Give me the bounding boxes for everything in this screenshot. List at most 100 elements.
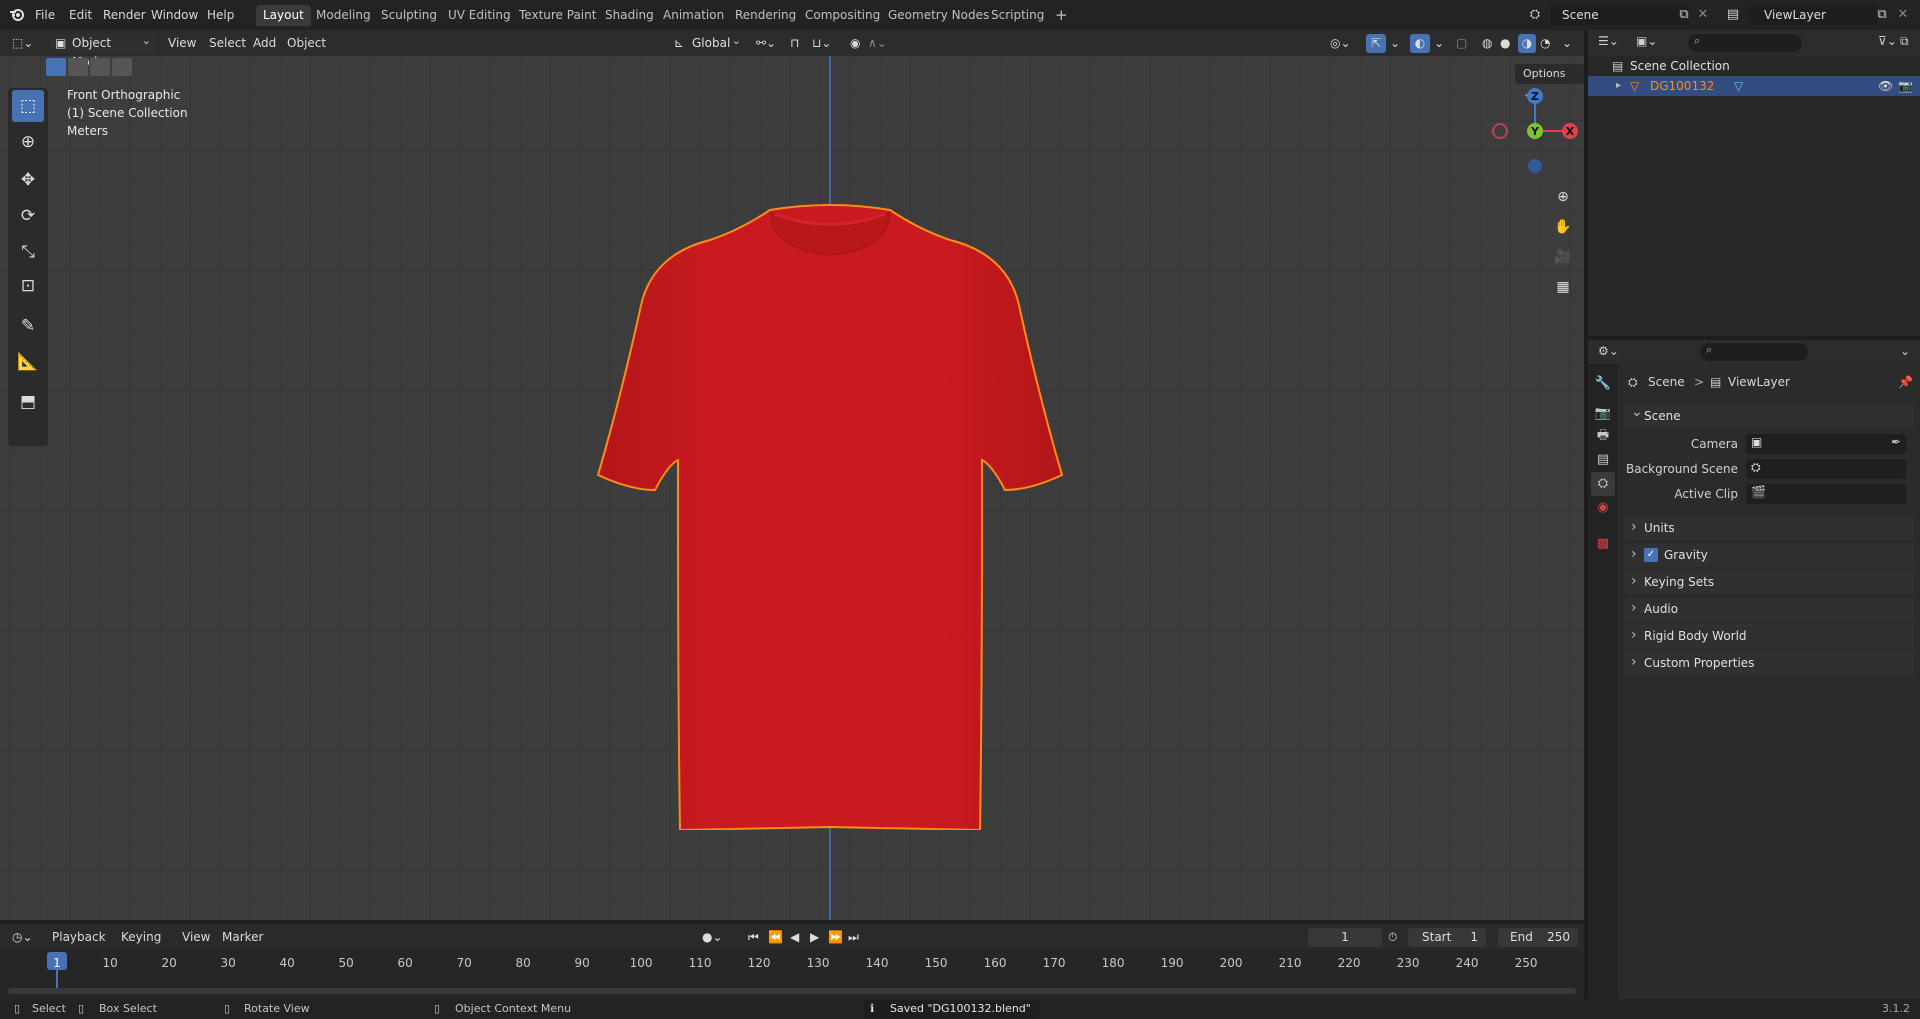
menu-help[interactable]: Help xyxy=(207,6,234,24)
shading-dropdown-icon[interactable]: ⌄ xyxy=(1562,34,1572,53)
tab-layout[interactable]: Layout xyxy=(256,5,311,26)
texture-tab-icon[interactable]: ▩ xyxy=(1591,532,1615,556)
select-extend-icon[interactable] xyxy=(68,58,88,76)
props-options-icon[interactable]: ⌄ xyxy=(1900,344,1910,358)
proportional-editing-icon[interactable]: ◉ xyxy=(850,34,860,53)
falloff-icon[interactable]: ∧⌄ xyxy=(868,34,887,53)
overlay-dropdown-icon[interactable]: ⌄ xyxy=(1434,34,1444,53)
3d-viewport[interactable]: ⬚⌄ ▣ Object Mode View Select Add Object … xyxy=(0,30,1584,920)
material-shading-icon[interactable]: ◑ xyxy=(1518,34,1536,53)
end-frame-field[interactable]: End 250 xyxy=(1498,928,1578,947)
object-mode-dropdown[interactable]: ▣ Object Mode xyxy=(50,31,156,69)
saved-notification[interactable]: ℹ Saved "DG100132.blend" xyxy=(864,1000,1039,1018)
add-cube-tool-icon[interactable]: ⬒ xyxy=(12,386,44,418)
tab-rendering[interactable]: Rendering xyxy=(728,5,803,26)
outliner-row-object[interactable]: ▸ ▽ DG100132 ▽ 👁 📷 xyxy=(1588,76,1920,96)
menu-render[interactable]: Render xyxy=(103,6,146,24)
active-clip-field[interactable]: 🎬 xyxy=(1746,484,1906,504)
tab-geometry-nodes[interactable]: Geometry Nodes xyxy=(881,5,996,26)
menu-add[interactable]: Add xyxy=(253,34,276,53)
panel-gravity[interactable]: ✓ Gravity xyxy=(1624,542,1914,567)
new-collection-icon[interactable]: ⧉ xyxy=(1900,34,1909,49)
properties-search-input[interactable]: ⌕ xyxy=(1700,343,1808,361)
rendered-shading-icon[interactable]: ◔ xyxy=(1540,34,1550,53)
menu-object[interactable]: Object xyxy=(287,34,326,53)
menu-window[interactable]: Window xyxy=(151,6,198,24)
add-workspace-button[interactable]: + xyxy=(1048,5,1075,26)
gizmo-dropdown-icon[interactable]: ⌄ xyxy=(1390,34,1400,53)
select-box-tool-icon[interactable]: ⬚ xyxy=(12,90,44,122)
solid-shading-icon[interactable]: ● xyxy=(1500,34,1510,53)
panel-keying-sets[interactable]: Keying Sets xyxy=(1624,569,1914,594)
start-frame-field[interactable]: Start 1 xyxy=(1408,928,1486,947)
panel-custom-properties[interactable]: Custom Properties xyxy=(1624,650,1914,675)
current-frame-field[interactable]: 1 xyxy=(1308,928,1382,947)
tab-animation[interactable]: Animation xyxy=(656,5,731,26)
auto-keying-icon[interactable]: ●⌄ xyxy=(702,928,723,947)
panel-rigid-body-world[interactable]: Rigid Body World xyxy=(1624,623,1914,648)
menu-edit[interactable]: Edit xyxy=(69,6,92,24)
eyedropper-icon[interactable]: ✒ xyxy=(1891,435,1901,449)
timeline-scrollbar[interactable] xyxy=(8,988,1576,994)
scene-tab-icon[interactable]: ⛭ xyxy=(1591,472,1615,496)
menu-view[interactable]: View xyxy=(168,34,196,53)
scene-field[interactable]: Scene xyxy=(1550,5,1690,25)
jump-end-icon[interactable]: ⏭ xyxy=(848,928,859,947)
expand-arrow-icon[interactable]: ▸ xyxy=(1616,76,1621,96)
measure-tool-icon[interactable]: 📐 xyxy=(12,346,44,378)
tab-uv-editing[interactable]: UV Editing xyxy=(441,5,518,26)
menu-timeline-view[interactable]: View xyxy=(182,928,210,947)
pivot-point-icon[interactable]: ⚯⌄ xyxy=(756,34,776,53)
camera-view-icon[interactable]: 🎥 xyxy=(1550,244,1576,270)
wireframe-shading-icon[interactable]: ◍ xyxy=(1482,34,1492,53)
visibility-eye-icon[interactable]: 👁 xyxy=(1878,76,1893,96)
cursor-tool-icon[interactable]: ⊕ xyxy=(12,126,44,158)
outliner-row-scene-collection[interactable]: ▤ Scene Collection xyxy=(1588,56,1920,76)
select-subtract-icon[interactable] xyxy=(90,58,110,76)
pin-icon[interactable]: 📌 xyxy=(1898,372,1913,392)
render-camera-icon[interactable]: 📷 xyxy=(1898,76,1913,96)
new-viewlayer-icon[interactable]: ⧉ xyxy=(1874,6,1890,24)
jump-keyframe-back-icon[interactable]: ⏪ xyxy=(768,928,783,947)
options-dropdown[interactable]: Options ⌄ xyxy=(1515,64,1584,100)
delete-viewlayer-icon[interactable]: ✕ xyxy=(1896,6,1910,24)
menu-playback[interactable]: Playback xyxy=(52,928,106,947)
jump-start-icon[interactable]: ⏮ xyxy=(748,928,759,947)
select-new-icon[interactable] xyxy=(46,58,66,76)
tab-compositing[interactable]: Compositing xyxy=(798,5,887,26)
scene-selector-icon[interactable]: ⛭ xyxy=(1524,6,1546,24)
menu-marker[interactable]: Marker xyxy=(222,928,263,947)
world-tab-icon[interactable]: ◉ xyxy=(1591,496,1615,520)
scale-tool-icon[interactable]: ⤡ xyxy=(12,236,44,268)
tab-texture-paint[interactable]: Texture Paint xyxy=(512,5,603,26)
filter-icon[interactable]: ⊽⌄ xyxy=(1878,34,1897,48)
delete-scene-icon[interactable]: ✕ xyxy=(1696,6,1710,24)
play-reverse-icon[interactable]: ◀ xyxy=(790,928,799,947)
visibility-icon[interactable]: ◎⌄ xyxy=(1330,34,1351,53)
play-icon[interactable]: ▶ xyxy=(810,928,819,947)
menu-file[interactable]: File xyxy=(35,6,55,24)
panel-units[interactable]: Units xyxy=(1624,515,1914,540)
outliner-search-input[interactable]: ⌕ xyxy=(1688,34,1802,52)
display-mode-icon[interactable]: ▣⌄ xyxy=(1636,34,1657,48)
panel-scene[interactable]: Scene xyxy=(1624,400,1914,428)
tab-sculpting[interactable]: Sculpting xyxy=(374,5,444,26)
view-layer-tab-icon[interactable]: ▤ xyxy=(1591,448,1615,472)
tab-scripting[interactable]: Scripting xyxy=(984,5,1051,26)
select-intersect-icon[interactable] xyxy=(112,58,132,76)
blender-logo-icon[interactable] xyxy=(8,6,26,28)
gravity-checkbox[interactable]: ✓ xyxy=(1644,548,1658,562)
tab-shading[interactable]: Shading xyxy=(598,5,661,26)
jump-keyframe-forward-icon[interactable]: ⏩ xyxy=(828,928,843,947)
menu-keying[interactable]: Keying xyxy=(121,928,161,947)
rotate-tool-icon[interactable]: ⟳ xyxy=(12,200,44,232)
ortho-grid-icon[interactable]: ▦ xyxy=(1550,274,1576,300)
camera-field[interactable]: ▣ ✒ xyxy=(1746,434,1906,454)
background-scene-field[interactable]: ⛭ xyxy=(1746,459,1906,479)
panel-audio[interactable]: Audio xyxy=(1624,596,1914,621)
tool-tab-icon[interactable]: 🔧 xyxy=(1591,372,1615,396)
transform-tool-icon[interactable]: ⊡ xyxy=(12,270,44,302)
editor-type-icon[interactable]: ⬚⌄ xyxy=(12,34,33,53)
viewlayer-field[interactable]: ViewLayer xyxy=(1748,5,1878,25)
zoom-icon[interactable]: ⊕ xyxy=(1550,184,1576,210)
